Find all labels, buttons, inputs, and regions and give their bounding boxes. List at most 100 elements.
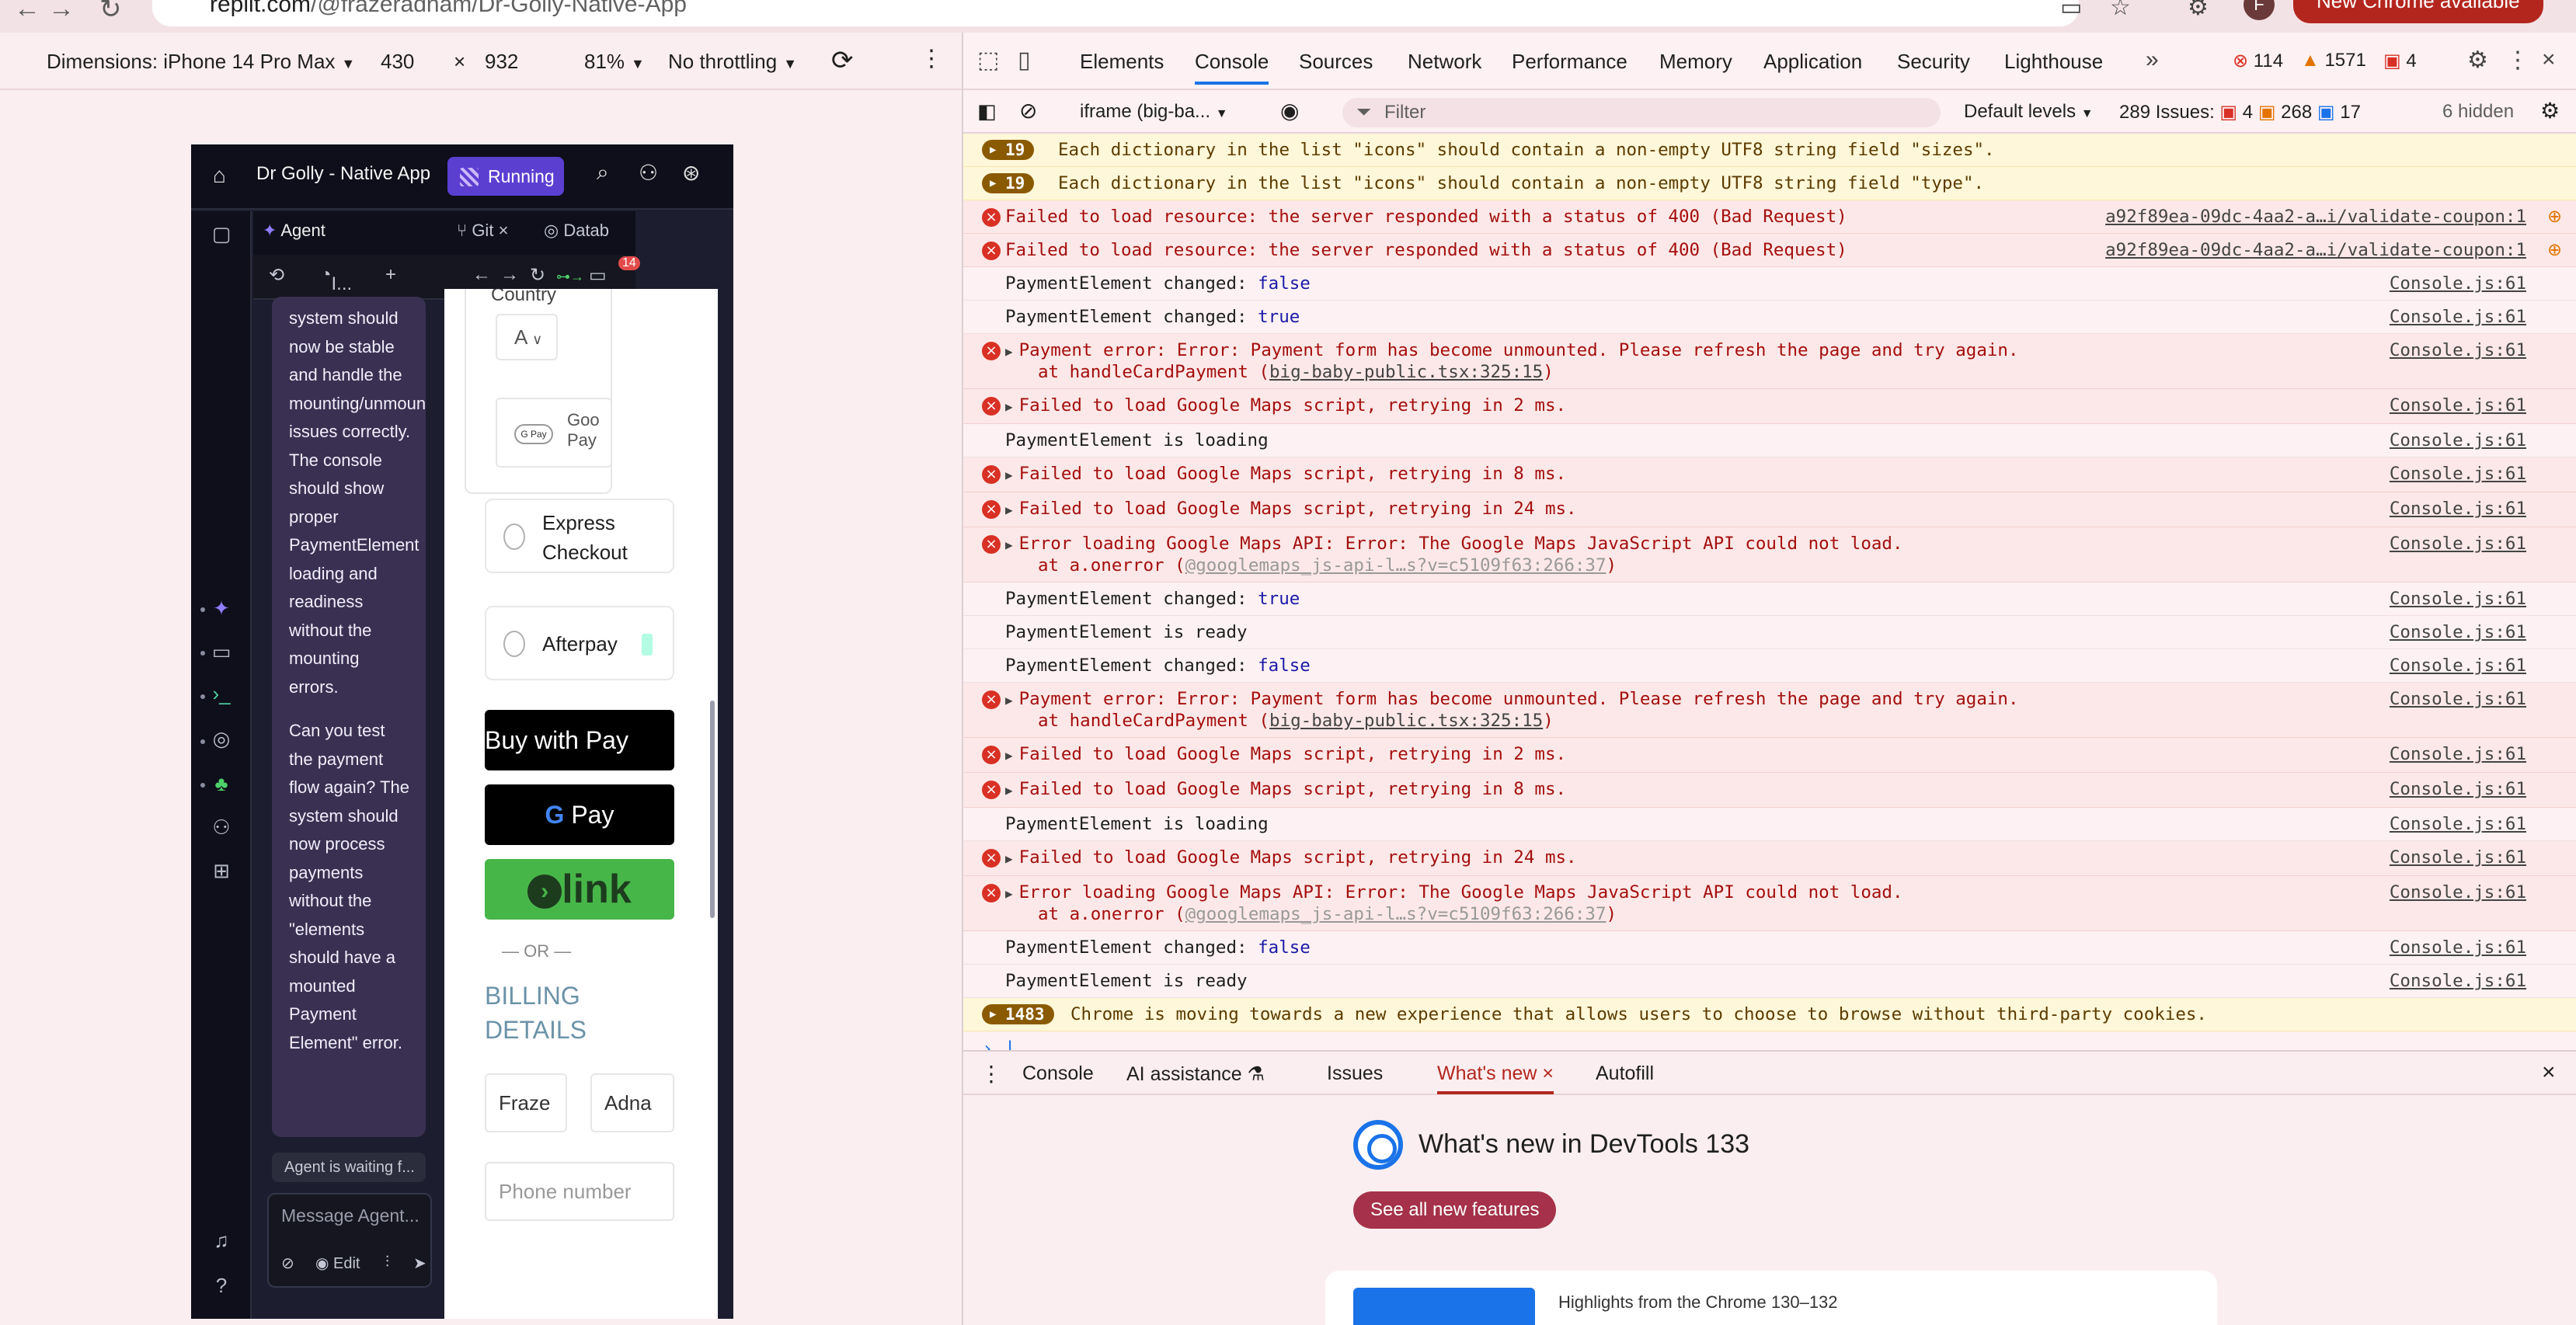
database-icon[interactable]: ◎ <box>210 727 233 750</box>
inspect-element-icon[interactable]: ⬚ <box>977 47 999 74</box>
close-tab-icon[interactable]: × <box>1537 1062 1554 1084</box>
console-row-warning[interactable]: 19 Each dictionary in the list "icons" sh… <box>963 167 2576 200</box>
tab-memory[interactable]: Memory <box>1659 50 1732 74</box>
radio-button[interactable] <box>503 523 525 550</box>
console-row-log[interactable]: PaymentElement changed: true Console.js:6… <box>963 583 2576 616</box>
deploy-icon[interactable]: ⊛ <box>682 160 700 186</box>
update-chrome-button[interactable]: New Chrome available <box>2293 0 2543 23</box>
google-pay-option[interactable]: G Pay Goo Pay <box>496 398 612 468</box>
deployments-icon[interactable]: ♣ <box>210 772 233 795</box>
back-icon[interactable]: ← <box>14 0 40 24</box>
console-row-log[interactable]: PaymentElement changed: true Console.js:6… <box>963 301 2576 334</box>
device-toggle-icon[interactable]: ▯ <box>1018 47 1031 74</box>
source-link[interactable]: Console.js:61 <box>2390 273 2526 294</box>
first-name-field[interactable]: Fraze <box>485 1073 567 1132</box>
shell-icon[interactable]: ›_ <box>210 682 233 705</box>
console-row-error[interactable]: × ▶ Error loading Google Maps API: Error: … <box>963 527 2576 583</box>
device-width-input[interactable]: 430 <box>381 50 414 74</box>
attach-icon[interactable]: ⊘ <box>281 1254 294 1273</box>
more-options-icon[interactable]: ⋮ <box>920 45 943 72</box>
console-row-error[interactable]: × Failed to load resource: the server res… <box>963 200 2576 234</box>
repeat-count-badge[interactable]: 19 <box>982 140 1035 160</box>
console-row-error[interactable]: × ▶ Failed to load Google Maps script, ret… <box>963 492 2576 527</box>
files-icon[interactable]: ▢ <box>210 222 233 245</box>
profile-avatar[interactable]: F <box>2244 0 2275 20</box>
webview-icon[interactable]: ▭ <box>210 640 233 663</box>
reload-icon[interactable]: ↻ <box>99 0 122 25</box>
notifications-icon[interactable]: ♫ <box>210 1229 233 1252</box>
search-icon[interactable]: ⌕ <box>597 160 609 186</box>
address-bar[interactable]: replit.com/@frazeradnam/Dr-Golly-Native-… <box>152 0 2079 26</box>
console-row-error[interactable]: × ▶ Failed to load Google Maps script, ret… <box>963 773 2576 808</box>
apps-grid-icon[interactable]: ⊞ <box>210 859 233 882</box>
extension-icon[interactable]: ⚙ <box>2188 0 2209 21</box>
network-request-icon[interactable]: ⊕ <box>2547 207 2562 227</box>
console-row-error[interactable]: × ▶ Payment error: Error: Payment form has… <box>963 334 2576 389</box>
bookmark-star-icon[interactable]: ☆ <box>2110 0 2131 21</box>
console-row-log[interactable]: PaymentElement changed: false Console.js:… <box>963 649 2576 683</box>
issues-summary[interactable]: 289 Issues: ▣ 4 ▣ 268 ▣ 17 <box>2119 101 2361 123</box>
url-chip[interactable]: ⊶→ <box>556 269 584 285</box>
forward-icon[interactable]: → <box>48 0 75 24</box>
source-link[interactable]: Console.js:61 <box>2390 847 2526 868</box>
tab-elements[interactable]: Elements <box>1080 50 1164 74</box>
tab-performance[interactable]: Performance <box>1512 50 1627 74</box>
radio-button[interactable] <box>503 631 525 657</box>
source-link[interactable]: Console.js:61 <box>2390 689 2526 709</box>
source-link[interactable]: Console.js:61 <box>2390 779 2526 799</box>
console-row-error[interactable]: × ▶ Failed to load Google Maps script, ret… <box>963 738 2576 773</box>
drawer-tab-ai-assistance[interactable]: AI assistance ⚗ <box>1126 1062 1265 1086</box>
users-icon[interactable]: ⚇ <box>210 816 233 839</box>
console-row-log[interactable]: PaymentElement is loading Console.js:61 <box>963 808 2576 841</box>
source-link[interactable]: Console.js:61 <box>2390 882 2526 902</box>
expand-triangle-icon[interactable]: ▶ <box>1005 468 1013 482</box>
source-link[interactable]: Console.js:61 <box>2390 589 2526 609</box>
message-input[interactable]: Message Agent... <box>281 1205 419 1226</box>
express-checkout-option[interactable]: Express Checkout <box>485 499 674 573</box>
console-row-error[interactable]: × ▶ Error loading Google Maps API: Error: … <box>963 876 2576 931</box>
agent-composer[interactable]: Message Agent... ⊘ ◉ Edit ⫶ ➤ <box>267 1193 432 1288</box>
close-devtools-icon[interactable]: × <box>2542 47 2556 73</box>
context-select[interactable]: iframe (big-ba... ▼ <box>1080 101 1228 123</box>
more-options-icon[interactable]: ⋮ <box>2506 47 2529 74</box>
source-link[interactable]: a92f89ea-09dc-4aa2-a…i/validate-coupon:1 <box>2105 240 2526 260</box>
source-link[interactable]: a92f89ea-09dc-4aa2-a…i/validate-coupon:1 <box>2105 207 2526 227</box>
tab-lighthouse[interactable]: Lighthouse <box>2004 50 2103 74</box>
tab-database[interactable]: ◎ Datab <box>544 221 609 249</box>
google-pay-button[interactable]: G Pay <box>485 784 674 845</box>
rotate-icon[interactable]: ⟳ <box>831 45 854 76</box>
help-icon[interactable]: ? <box>210 1274 233 1297</box>
edit-button[interactable]: ◉ Edit <box>315 1254 360 1273</box>
close-icon[interactable]: × <box>499 221 509 240</box>
expand-triangle-icon[interactable]: ▶ <box>1005 886 1013 901</box>
expand-triangle-icon[interactable]: ▶ <box>1005 503 1013 517</box>
source-link[interactable]: Console.js:61 <box>2390 656 2526 676</box>
tab-agent[interactable]: ✦ Agent <box>263 221 325 249</box>
afterpay-option[interactable]: Afterpay <box>485 606 674 680</box>
stack-frame-link[interactable]: big-baby-public.tsx:325:15 <box>1269 711 1543 731</box>
source-link[interactable]: Console.js:61 <box>2390 622 2526 642</box>
filter-input[interactable]: ⏷ Filter <box>1342 98 1941 127</box>
network-request-icon[interactable]: ⊕ <box>2547 240 2562 260</box>
tab-console[interactable]: Console <box>1195 50 1269 85</box>
warning-counter[interactable]: ▲ 1571 <box>2301 50 2366 71</box>
send-icon[interactable]: ➤ <box>413 1254 426 1273</box>
error-counter[interactable]: ⊗ 114 <box>2233 50 2283 72</box>
console-row-log[interactable]: PaymentElement changed: false Console.js:… <box>963 267 2576 301</box>
throttling-select[interactable]: No throttling ▼ <box>668 50 797 74</box>
zoom-select[interactable]: 81% ▼ <box>584 50 645 74</box>
tab-sources[interactable]: Sources <box>1299 50 1373 74</box>
drawer-tab-autofill[interactable]: Autofill <box>1596 1062 1654 1085</box>
console-row-error[interactable]: × ▶ Failed to load Google Maps script, ret… <box>963 389 2576 424</box>
apple-pay-button[interactable]: Buy with Pay <box>485 710 674 770</box>
preview-scrollbar[interactable] <box>710 701 715 918</box>
console-row-log[interactable]: PaymentElement is ready Console.js:61 <box>963 616 2576 649</box>
reload-icon[interactable]: ↻ <box>530 264 545 287</box>
expand-triangle-icon[interactable]: ▶ <box>1005 537 1013 552</box>
source-link[interactable]: Console.js:61 <box>2390 971 2526 991</box>
agent-mode-select[interactable]: ◔ I... <box>320 264 352 294</box>
console-settings-icon[interactable]: ⚙ <box>2540 98 2560 123</box>
console-row-log[interactable]: PaymentElement is loading Console.js:61 <box>963 424 2576 457</box>
see-all-features-button[interactable]: See all new features <box>1353 1191 1557 1229</box>
link-pay-button[interactable]: › link <box>485 859 674 920</box>
